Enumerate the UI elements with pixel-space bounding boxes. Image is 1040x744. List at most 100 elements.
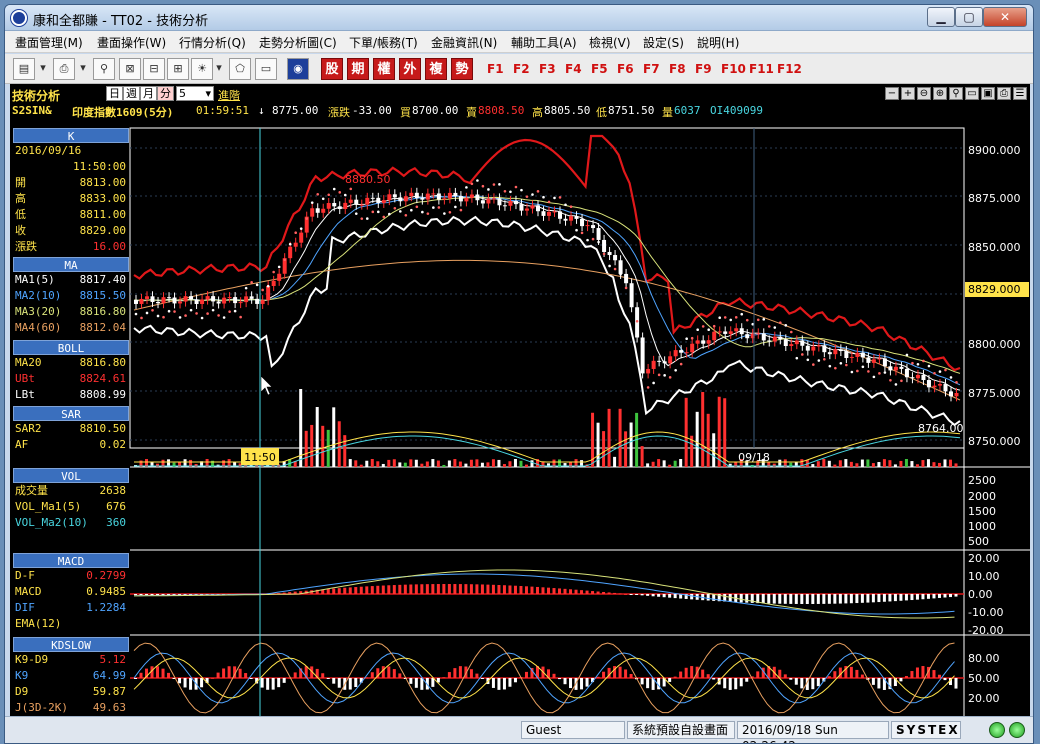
- minus-icon[interactable]: −: [885, 87, 899, 100]
- macd-histogram-bar: [591, 591, 595, 594]
- search-icon[interactable]: ⚲: [93, 58, 115, 80]
- menu-finance-info[interactable]: 金融資訊(N): [431, 34, 497, 51]
- zoom-out-icon[interactable]: ⊖: [917, 87, 931, 100]
- advanced-link[interactable]: 進階: [218, 87, 240, 103]
- chevron-down-icon: ▾: [205, 87, 211, 100]
- options-order-button[interactable]: 權: [373, 58, 395, 80]
- menu-screen-manage[interactable]: 畫面管理(M): [15, 34, 83, 51]
- volume-bar: [827, 460, 831, 467]
- f1-key[interactable]: F1: [487, 62, 504, 76]
- candle-body: [145, 296, 150, 299]
- period-month-button[interactable]: 月: [140, 86, 157, 101]
- cascade-icon[interactable]: ⊞: [167, 58, 189, 80]
- sar-dot: [140, 316, 143, 320]
- period-minute-button[interactable]: 分: [157, 86, 174, 101]
- f11-key[interactable]: F11: [749, 62, 774, 76]
- f5-key[interactable]: F5: [591, 62, 608, 76]
- tile-icon[interactable]: ⊟: [143, 58, 165, 80]
- plus-icon[interactable]: +: [901, 87, 915, 100]
- menu-tools[interactable]: 輔助工具(A): [511, 34, 577, 51]
- period-value-select[interactable]: 5 ▾: [176, 86, 214, 101]
- f10-key[interactable]: F10: [721, 62, 746, 76]
- compound-order-button[interactable]: 複: [425, 58, 447, 80]
- kd-histogram-bar: [271, 678, 275, 690]
- macd-histogram-bar: [882, 594, 886, 602]
- candle-body: [453, 192, 458, 197]
- volume-bar: [403, 462, 407, 467]
- f4-key[interactable]: F4: [565, 62, 582, 76]
- futures-order-button[interactable]: 期: [347, 58, 369, 80]
- chevron-down-icon[interactable]: ▾: [213, 58, 225, 80]
- brand-logo-icon[interactable]: ◉: [287, 58, 309, 80]
- macd-histogram-bar: [893, 594, 897, 602]
- f6-key[interactable]: F6: [617, 62, 634, 76]
- candle-body: [613, 255, 618, 261]
- settings-icon[interactable]: ☰: [1013, 87, 1027, 100]
- candle-body: [222, 297, 227, 304]
- candle-body: [646, 368, 651, 374]
- maximize-button[interactable]: ▢: [955, 7, 983, 27]
- print-icon[interactable]: ⎙: [53, 58, 75, 80]
- kd-histogram-bar: [728, 678, 732, 690]
- save-icon[interactable]: ▣: [981, 87, 995, 100]
- zoom-in-icon[interactable]: ⊕: [933, 87, 947, 100]
- chevron-down-icon[interactable]: ▾: [37, 58, 49, 80]
- kd-histogram-bar: [646, 678, 650, 689]
- macd-histogram-bar: [442, 584, 446, 594]
- chevron-down-icon[interactable]: ▾: [77, 58, 89, 80]
- f7-key[interactable]: F7: [643, 62, 660, 76]
- volume-bar: [392, 459, 396, 467]
- kd-histogram-bar: [381, 666, 385, 678]
- kd-histogram-bar: [447, 672, 451, 678]
- sar-dot: [834, 366, 837, 370]
- close-button[interactable]: ✕: [983, 7, 1027, 27]
- close-window-icon[interactable]: ⊠: [119, 58, 141, 80]
- candle-body: [343, 202, 348, 210]
- plot-area[interactable]: 11:50 09/18 8880.50 8764.00 8900.000 887…: [10, 120, 1030, 716]
- minimize-button[interactable]: ▁: [927, 7, 955, 27]
- menu-trend-chart[interactable]: 走勢分析圖(C): [259, 34, 337, 51]
- macd-histogram-bar: [871, 594, 875, 603]
- menu-settings[interactable]: 設定(S): [643, 34, 684, 51]
- f3-key[interactable]: F3: [539, 62, 556, 76]
- stock-order-button[interactable]: 股: [321, 58, 343, 80]
- zoom-icon[interactable]: ⚲: [949, 87, 963, 100]
- macd-histogram-bar: [535, 586, 539, 594]
- menu-help[interactable]: 說明(H): [697, 34, 739, 51]
- f8-key[interactable]: F8: [669, 62, 686, 76]
- monitor-icon[interactable]: ▭: [255, 58, 277, 80]
- volume-bar: [447, 460, 451, 467]
- candle-body: [491, 198, 496, 200]
- menu-quote-analysis[interactable]: 行情分析(Q): [179, 34, 246, 51]
- kd-histogram-bar: [811, 678, 815, 690]
- status-layout[interactable]: 系統預設自設畫面: [627, 721, 735, 739]
- title-bar[interactable]: 康和全都賺 - TT02 - 技術分析 ▁ ▢ ✕: [5, 5, 1033, 31]
- menu-order-account[interactable]: 下單/帳務(T): [349, 34, 418, 51]
- menu-screen-operate[interactable]: 畫面操作(W): [97, 34, 166, 51]
- tag-icon[interactable]: ⬠: [229, 58, 251, 80]
- f12-key[interactable]: F12: [777, 62, 802, 76]
- print-icon[interactable]: ⎙: [997, 87, 1011, 100]
- f2-key[interactable]: F2: [513, 62, 530, 76]
- volume-bar: [453, 459, 457, 467]
- trend-order-button[interactable]: 勢: [451, 58, 473, 80]
- candle-body: [596, 228, 601, 240]
- macd-histogram-bar: [513, 585, 517, 594]
- down-arrow-icon: ↓: [258, 104, 265, 117]
- chat-icon[interactable]: ▭: [965, 87, 979, 100]
- layout-icon[interactable]: ▤: [13, 58, 35, 80]
- sar-dot: [509, 190, 512, 194]
- period-week-button[interactable]: 週: [123, 86, 140, 101]
- sar-dot: [828, 364, 832, 368]
- menu-view[interactable]: 檢視(V): [589, 34, 631, 51]
- candle-body: [569, 216, 574, 221]
- foreign-order-button[interactable]: 外: [399, 58, 421, 80]
- macd-histogram-bar: [640, 594, 644, 596]
- bulb-icon[interactable]: ☀: [191, 58, 213, 80]
- technical-chart[interactable]: 技術分析 日 週 月 分 5 ▾ 進階 − + ⊖ ⊕ ⚲ ▭ ▣ ⎙ ☰ S2S…: [10, 84, 1030, 716]
- f9-key[interactable]: F9: [695, 62, 712, 76]
- volume-bar: [348, 459, 352, 467]
- candle-body: [624, 273, 629, 284]
- period-day-button[interactable]: 日: [106, 86, 123, 101]
- macd-histogram-bar: [431, 584, 435, 594]
